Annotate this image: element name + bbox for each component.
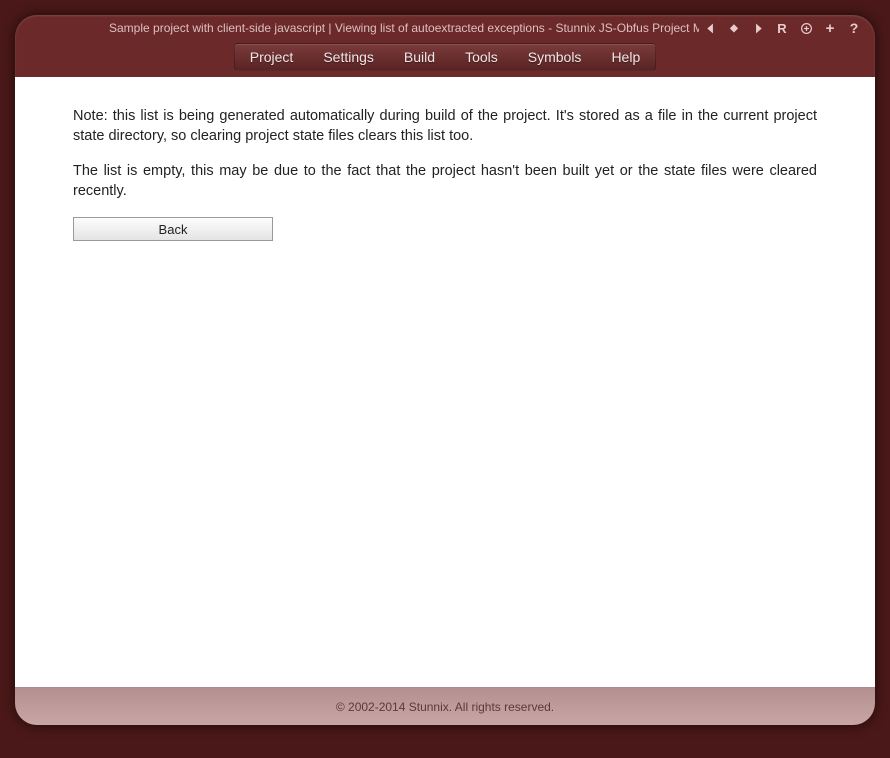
menu-settings[interactable]: Settings [308,44,389,70]
footer: © 2002-2014 Stunnix. All rights reserved… [15,687,875,725]
menu-tools[interactable]: Tools [450,44,513,70]
note-text-2: The list is empty, this may be due to th… [73,162,817,201]
add-icon[interactable]: + [823,21,837,35]
back-button[interactable]: Back [73,217,273,241]
nav-forward-icon[interactable] [751,21,765,35]
zoom-in-icon[interactable] [799,21,813,35]
help-icon[interactable]: ? [847,21,861,35]
reload-icon[interactable]: R [775,21,789,35]
menu-project[interactable]: Project [235,44,309,70]
window-title: Sample project with client-side javascri… [29,21,699,35]
titlebar: Sample project with client-side javascri… [15,15,875,41]
nav-stop-icon[interactable]: ◆ [727,21,741,35]
nav-back-icon[interactable] [703,21,717,35]
titlebar-controls: ◆ R + ? [703,21,861,35]
note-text-1: Note: this list is being generated autom… [73,107,817,146]
menu-build[interactable]: Build [389,44,450,70]
menu-symbols[interactable]: Symbols [513,44,597,70]
menu-help[interactable]: Help [596,44,655,70]
app-window: Sample project with client-side javascri… [15,15,875,725]
menubar: Project Settings Build Tools Symbols Hel… [15,41,875,77]
content-area: Note: this list is being generated autom… [15,77,875,687]
copyright-text: © 2002-2014 Stunnix. All rights reserved… [336,700,554,714]
